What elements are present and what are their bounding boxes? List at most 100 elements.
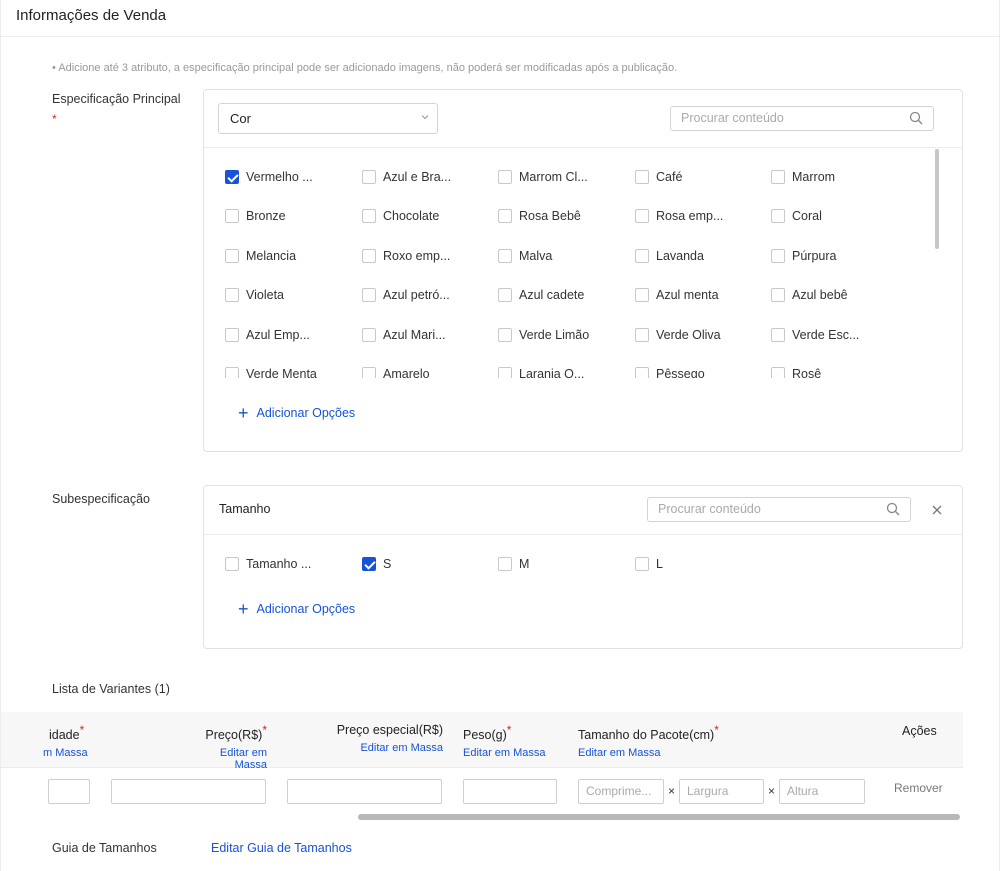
main-spec-option[interactable]: Púrpura: [771, 246, 836, 266]
option-checkbox[interactable]: [498, 209, 512, 223]
sub-spec-option[interactable]: M: [498, 554, 529, 574]
main-spec-option[interactable]: Rosa Bebê: [498, 206, 581, 226]
option-checkbox[interactable]: [498, 170, 512, 184]
section-header: Informações de Venda: [1, 0, 999, 37]
option-checkbox[interactable]: [498, 328, 512, 342]
special-price-input[interactable]: [287, 779, 442, 804]
main-spec-option[interactable]: Chocolate: [362, 206, 439, 226]
main-spec-option[interactable]: Malva: [498, 246, 552, 266]
width-input[interactable]: Largura: [679, 779, 764, 804]
sub-spec-divider: [204, 534, 962, 535]
main-spec-option[interactable]: Roxo emp...: [362, 246, 450, 266]
col-price-bulk-edit[interactable]: Editar em Massa: [187, 747, 267, 771]
col-package-size-bulk-edit[interactable]: Editar em Massa: [578, 747, 719, 759]
main-spec-option[interactable]: Azul bebê: [771, 285, 848, 305]
option-checkbox[interactable]: [225, 209, 239, 223]
option-checkbox[interactable]: [498, 367, 512, 378]
option-checkbox[interactable]: [362, 367, 376, 378]
col-special-price-bulk-edit[interactable]: Editar em Massa: [321, 742, 443, 754]
option-checkbox[interactable]: [635, 367, 649, 378]
option-label: Bronze: [246, 209, 286, 223]
main-spec-option[interactable]: Lavanda: [635, 246, 704, 266]
option-checkbox[interactable]: [362, 328, 376, 342]
quantity-input[interactable]: [48, 779, 90, 804]
sub-spec-search-input[interactable]: Procurar conteúdo: [647, 497, 911, 522]
sub-spec-option[interactable]: S: [362, 554, 391, 574]
main-spec-option[interactable]: Bronze: [225, 206, 286, 226]
option-checkbox[interactable]: [225, 288, 239, 302]
option-checkbox[interactable]: [771, 288, 785, 302]
sub-spec-option[interactable]: L: [635, 554, 663, 574]
option-label: Coral: [792, 209, 822, 223]
main-spec-label: Especificação Principal: [52, 92, 181, 106]
option-checkbox[interactable]: [362, 288, 376, 302]
main-spec-option[interactable]: Rosa emp...: [635, 206, 723, 226]
main-spec-option[interactable]: Azul Emp...: [225, 325, 310, 345]
main-spec-option[interactable]: Marrom: [771, 167, 835, 187]
main-spec-option[interactable]: Vermelho ...: [225, 167, 313, 187]
main-spec-add-options-button[interactable]: + Adicionar Opções: [238, 404, 355, 422]
main-spec-option[interactable]: Azul cadete: [498, 285, 584, 305]
main-spec-options-area: Vermelho ... Azul e Bra... Marrom Cl... Caf…: [204, 148, 962, 378]
main-spec-option[interactable]: Azul Mari...: [362, 325, 446, 345]
option-checkbox[interactable]: [635, 209, 649, 223]
main-spec-option[interactable]: Verde Menta: [225, 364, 317, 378]
option-checkbox[interactable]: [635, 249, 649, 263]
option-checkbox[interactable]: [362, 209, 376, 223]
sub-spec-label: Subespecificação: [52, 492, 150, 506]
main-spec-option[interactable]: Coral: [771, 206, 822, 226]
option-checkbox[interactable]: [362, 557, 376, 571]
weight-input[interactable]: [463, 779, 557, 804]
edit-size-guide-link[interactable]: Editar Guia de Tamanhos: [211, 841, 352, 855]
height-input[interactable]: Altura: [779, 779, 865, 804]
main-spec-option[interactable]: Verde Oliva: [635, 325, 721, 345]
option-checkbox[interactable]: [362, 170, 376, 184]
option-checkbox[interactable]: [225, 249, 239, 263]
main-spec-select[interactable]: Cor: [218, 103, 438, 134]
option-checkbox[interactable]: [362, 249, 376, 263]
option-checkbox[interactable]: [771, 249, 785, 263]
main-spec-option[interactable]: Amarelo: [362, 364, 430, 378]
main-spec-option[interactable]: Azul menta: [635, 285, 719, 305]
main-spec-option[interactable]: Café: [635, 167, 682, 187]
option-checkbox[interactable]: [498, 557, 512, 571]
option-checkbox[interactable]: [771, 328, 785, 342]
options-scrollbar[interactable]: [935, 149, 939, 249]
option-checkbox[interactable]: [771, 209, 785, 223]
sub-spec-add-options-button[interactable]: + Adicionar Opções: [238, 600, 355, 618]
sub-spec-option[interactable]: Tamanho ...: [225, 554, 311, 574]
option-checkbox[interactable]: [635, 288, 649, 302]
option-checkbox[interactable]: [771, 367, 785, 378]
main-spec-option[interactable]: Marrom Cl...: [498, 167, 588, 187]
remove-button[interactable]: Remover: [894, 781, 943, 795]
option-checkbox[interactable]: [225, 170, 239, 184]
option-checkbox[interactable]: [225, 367, 239, 378]
col-weight-bulk-edit[interactable]: Editar em Massa: [463, 747, 546, 759]
main-spec-option[interactable]: Pêssego: [635, 364, 705, 378]
option-checkbox[interactable]: [635, 328, 649, 342]
main-spec-option[interactable]: Azul e Bra...: [362, 167, 451, 187]
option-checkbox[interactable]: [635, 557, 649, 571]
option-checkbox[interactable]: [225, 557, 239, 571]
close-icon[interactable]: [932, 505, 942, 515]
col-price: Preço(R$)* Editar em Massa: [187, 723, 267, 771]
main-spec-search-input[interactable]: Procurar conteúdo: [670, 106, 934, 131]
main-spec-option[interactable]: Verde Esc...: [771, 325, 859, 345]
length-input[interactable]: Comprime...: [578, 779, 664, 804]
main-spec-option[interactable]: Violeta: [225, 285, 284, 305]
option-checkbox[interactable]: [498, 288, 512, 302]
option-checkbox[interactable]: [498, 249, 512, 263]
main-spec-option[interactable]: Melancia: [225, 246, 296, 266]
option-label: Azul cadete: [519, 288, 585, 302]
sub-spec-search-placeholder: Procurar conteúdo: [658, 502, 761, 516]
main-spec-option[interactable]: Azul petró...: [362, 285, 450, 305]
main-spec-option[interactable]: Laranja Q...: [498, 364, 584, 378]
table-horizontal-scrollbar[interactable]: [358, 814, 960, 820]
main-spec-option[interactable]: Rosê: [771, 364, 821, 378]
option-checkbox[interactable]: [771, 170, 785, 184]
option-checkbox[interactable]: [635, 170, 649, 184]
option-checkbox[interactable]: [225, 328, 239, 342]
main-spec-option[interactable]: Verde Limão: [498, 325, 589, 345]
price-input[interactable]: [111, 779, 266, 804]
col-quantity-bulk-edit[interactable]: m Massa: [43, 747, 88, 759]
